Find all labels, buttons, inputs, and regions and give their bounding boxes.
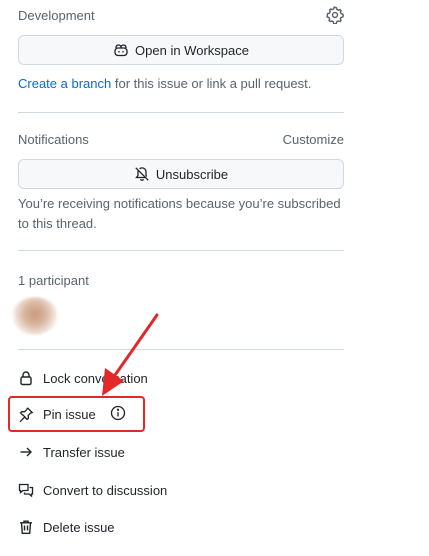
development-title: Development: [18, 7, 95, 23]
unsubscribe-label: Unsubscribe: [155, 166, 229, 182]
notifications-header: Notifications Customize: [18, 132, 344, 147]
divider: [18, 112, 344, 113]
unsubscribe-button[interactable]: Unsubscribe: [18, 159, 344, 189]
notifications-note: You’re receiving notifications because y…: [18, 196, 341, 231]
delete-issue-action[interactable]: Delete issue: [18, 517, 115, 537]
trash-icon: [18, 519, 34, 535]
lock-icon: [18, 370, 34, 386]
divider: [18, 349, 344, 350]
open-in-workspace-label: Open in Workspace: [135, 42, 249, 58]
lock-conversation-action[interactable]: Lock conversation: [18, 368, 148, 388]
development-section: Development: [18, 6, 344, 24]
arrow-right-icon: [18, 444, 34, 460]
development-note: Create a branch for this issue or link a…: [18, 74, 344, 94]
notifications-title: Notifications: [18, 132, 89, 147]
delete-issue-label: Delete issue: [43, 519, 115, 535]
divider: [18, 250, 344, 251]
create-branch-link[interactable]: Create a branch: [18, 76, 111, 91]
transfer-issue-label: Transfer issue: [43, 444, 125, 460]
transfer-issue-action[interactable]: Transfer issue: [18, 442, 125, 462]
convert-to-discussion-label: Convert to discussion: [43, 482, 168, 498]
participants-title: 1 participant: [18, 273, 89, 288]
development-note-text: for this issue or link a pull request.: [111, 76, 312, 91]
bell-slash-icon: [134, 166, 150, 182]
pin-issue-highlight: [8, 396, 145, 432]
open-in-workspace-button[interactable]: Open in Workspace: [18, 35, 344, 65]
avatar[interactable]: [12, 297, 58, 335]
convert-to-discussion-action[interactable]: Convert to discussion: [18, 480, 167, 500]
lock-conversation-label: Lock conversation: [43, 370, 148, 386]
gear-icon[interactable]: [326, 6, 344, 24]
copilot-icon: [113, 42, 129, 58]
comment-discussion-icon: [18, 482, 34, 498]
customize-link[interactable]: Customize: [283, 132, 344, 147]
